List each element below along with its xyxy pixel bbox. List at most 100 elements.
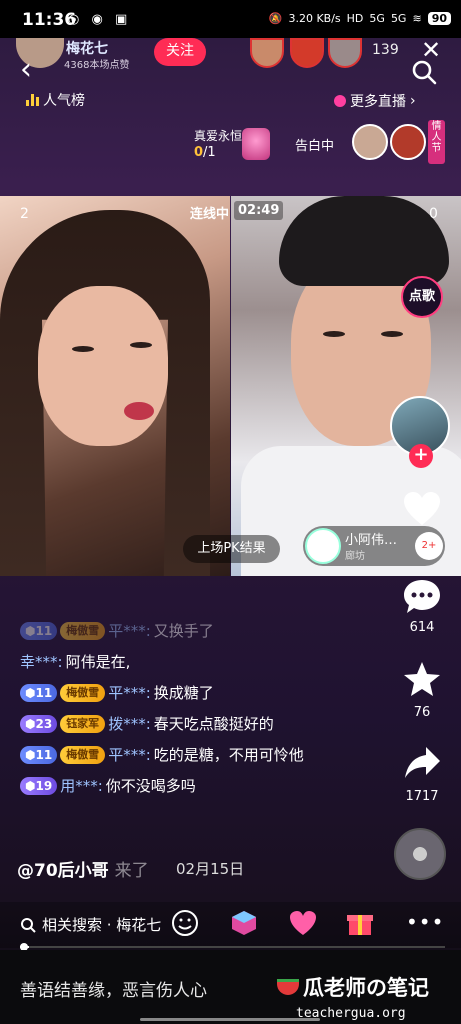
watermark-text: 瓜老师の笔记 [303, 976, 429, 1000]
host-name[interactable]: 梅花七 [66, 38, 108, 58]
host-eye [72, 346, 94, 352]
mention-date: 02月15日 [176, 860, 245, 878]
mention-behind-text: 来了 [114, 861, 149, 881]
gift-task-progress: 0/1 [194, 145, 216, 160]
chat-username[interactable]: 用***: [60, 775, 103, 797]
valentine-badge[interactable]: 情人节 [428, 120, 445, 164]
level-value: 11 [35, 624, 53, 638]
chat-message: ⬢ 19 用***: 你不没喝多吗 [20, 775, 380, 797]
gift-task-label[interactable]: 真爱永恒 [194, 127, 242, 144]
rank-bars-icon [26, 94, 39, 106]
pk-link-status: 连线中 [190, 207, 230, 222]
chat-message: ⬢ 11 梅傲雪 平***: 又换手了 [20, 620, 380, 642]
watermark: 瓜老师の笔记 [277, 972, 429, 1002]
battery-indicator: 90 [427, 12, 451, 25]
level-value: 11 [35, 686, 53, 700]
net-speed: 3.20 KB/s [288, 12, 341, 25]
signal-5g-2: 5G [390, 12, 407, 25]
level-value: 19 [35, 779, 53, 793]
mention-tag[interactable]: @70后小哥 来了 [17, 856, 149, 881]
chat-text: 吃的是糖，不用可怜他 [153, 746, 304, 764]
chevron-right-icon: › [410, 93, 416, 109]
chat-text: 春天吃点酸挺好的 [153, 715, 274, 733]
pk-video-area[interactable]: 2 0 连线中 02:49 上场PK结果 小阿伟… 廊坊 2+ [0, 196, 461, 576]
popularity-rank[interactable]: 人气榜 [26, 90, 85, 110]
comment-count: 614 [409, 620, 435, 635]
guest-eye [323, 331, 345, 337]
mention-text: @70后小哥 [17, 861, 109, 881]
rank-label: 人气榜 [43, 93, 85, 109]
gift-progress-current: 0 [194, 145, 204, 160]
share-icon[interactable] [402, 744, 442, 782]
notification-icons: ◎ ◉ ▣ [68, 12, 132, 27]
fan-badge: 梅傲雪 [60, 684, 106, 702]
author-follow-plus-icon[interactable]: + [409, 444, 433, 468]
chat-list[interactable]: ⬢ 11 梅傲雪 平***: 又换手了 幸***: 阿伟是在, ⬢ 11 梅傲雪… [20, 620, 380, 806]
footer-caption: 善语结善缘，恶言伤人心 瓜老师の笔记 teachergua.org [0, 950, 461, 1024]
more-live-button[interactable]: 更多直播 › [334, 91, 416, 111]
couple-avatar-right[interactable] [390, 124, 426, 160]
pk-timer: 02:49 [234, 201, 284, 220]
guest-location: 廊坊 [345, 551, 365, 562]
gift-icon[interactable] [242, 128, 270, 160]
host-eye [130, 342, 152, 348]
emoji-icon[interactable] [170, 908, 200, 938]
comment-icon[interactable] [402, 578, 442, 616]
heart-icon[interactable] [402, 490, 442, 528]
gift-box-icon[interactable] [345, 908, 375, 938]
more-live-label: 更多直播 [350, 94, 406, 110]
star-icon[interactable] [402, 660, 442, 698]
heart-gift-icon[interactable] [288, 908, 318, 938]
guest-name: 小阿伟… [345, 533, 398, 548]
follow-button[interactable]: 关注 [154, 38, 206, 66]
pk-score-left: 2 [20, 206, 29, 222]
song-request-button[interactable]: 点歌 [401, 276, 443, 318]
status-bar: 11:36 ◎ ◉ ▣ 🔕 3.20 KB/s HD 5G 5G ≋ 90 [0, 0, 461, 38]
video-progress-bar[interactable] [20, 943, 445, 951]
chat-text: 阿伟是在, [65, 653, 131, 671]
search-icon[interactable] [410, 58, 438, 86]
level-badge: ⬢ 19 [20, 777, 58, 795]
related-search[interactable]: 相关搜索 · 梅花七 [20, 914, 161, 935]
pk-score-right: 0 [429, 206, 438, 222]
signal-5g-1: 5G [369, 12, 385, 25]
mute-icon: 🔕 [268, 12, 283, 25]
home-indicator[interactable] [140, 1018, 320, 1021]
wifi-icon: ≋ [412, 12, 422, 25]
star-count: 76 [413, 705, 431, 720]
level-badge: ⬢ 11 [20, 622, 58, 640]
chat-username[interactable]: 平***: [108, 682, 151, 704]
guest-hair [279, 196, 449, 286]
guest-avatar[interactable] [305, 528, 341, 564]
chat-username[interactable]: 平***: [108, 620, 151, 642]
level-badge: ⬢ 23 [20, 715, 58, 733]
level-badge: ⬢ 11 [20, 746, 58, 764]
chat-username[interactable]: 拨***: [108, 713, 151, 735]
gift-progress-total: /1 [203, 145, 216, 160]
more-icon[interactable]: ••• [406, 910, 443, 940]
viewer-count[interactable]: 139 [372, 42, 399, 58]
guest-eye [381, 331, 403, 337]
music-disc-icon[interactable] [394, 828, 446, 880]
confess-label[interactable]: 告白中 [295, 135, 334, 154]
cube-gift-icon[interactable] [229, 908, 259, 938]
couple-avatar-left[interactable] [352, 124, 388, 160]
back-icon[interactable]: ‹ [20, 55, 32, 85]
level-value: 23 [35, 717, 53, 731]
chat-username[interactable]: 平***: [108, 744, 151, 766]
live-dot-icon [334, 95, 346, 107]
chat-message: 幸***: 阿伟是在, [20, 651, 380, 673]
level-badge: ⬢ 11 [20, 684, 58, 702]
related-search-label: 相关搜索 · 梅花七 [42, 916, 162, 934]
hd-icon: HD [346, 12, 364, 25]
host-video[interactable] [0, 196, 230, 576]
host-mouth [124, 402, 154, 420]
guest-follow-badge[interactable]: 2+ [415, 532, 443, 560]
fan-badge: 钰家军 [60, 715, 106, 733]
pk-result-button[interactable]: 上场PK结果 [183, 535, 280, 563]
fan-badge: 梅傲雪 [60, 746, 106, 764]
footer-motto: 善语结善缘，恶言伤人心 [20, 981, 207, 1001]
guest-card[interactable]: 小阿伟… 廊坊 2+ [303, 526, 445, 566]
chat-text: 你不没喝多吗 [105, 777, 196, 795]
chat-username[interactable]: 幸***: [20, 651, 63, 673]
